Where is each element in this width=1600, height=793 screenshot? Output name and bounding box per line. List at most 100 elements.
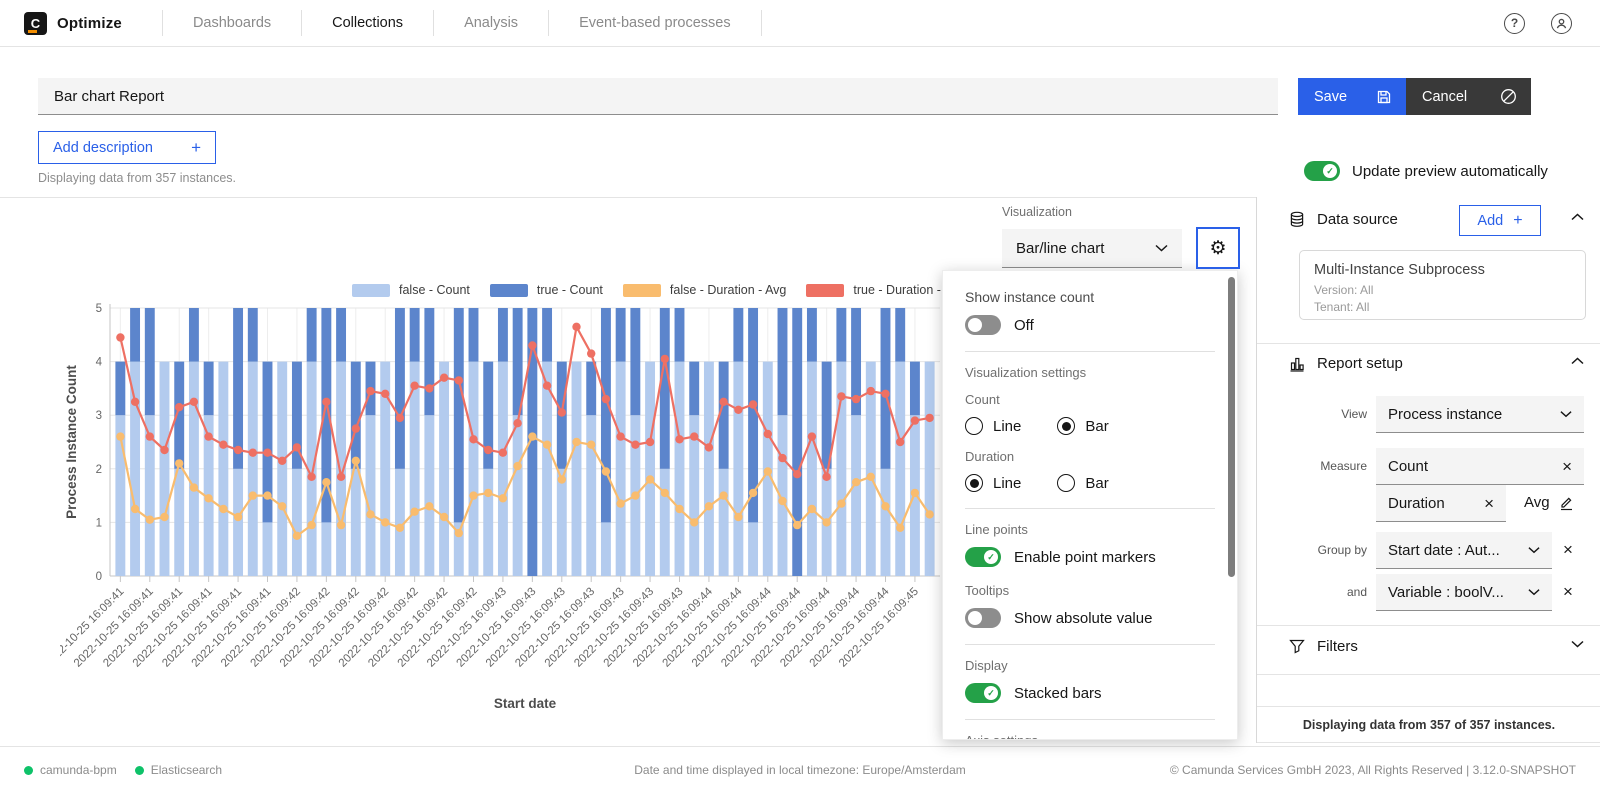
legend-item[interactable]: true - Count (490, 283, 603, 297)
product-name: Optimize (57, 15, 122, 32)
remove-group-by-icon[interactable]: × (1563, 541, 1573, 558)
add-label: Add (1477, 213, 1503, 229)
bar-line-chart[interactable]: 0123452022-10-25 16:09:412022-10-25 16:0… (60, 278, 950, 738)
svg-text:5: 5 (96, 303, 102, 315)
popover-scrollbar[interactable] (1228, 277, 1235, 577)
svg-text:0: 0 (96, 571, 102, 583)
divider (965, 719, 1215, 720)
visualization-settings-label: Visualization settings (965, 365, 1215, 380)
connection-status: camunda-bpm Elasticsearch (0, 763, 222, 777)
cancel-icon (1500, 88, 1517, 105)
timezone-note: Date and time displayed in local timezon… (634, 763, 966, 777)
status-dot-icon (24, 766, 33, 775)
filters-header[interactable]: Filters (1289, 638, 1358, 655)
and-group-value: Variable : boolV... (1388, 584, 1504, 601)
add-description-button[interactable]: Add description + (38, 131, 216, 164)
svg-text:3: 3 (96, 410, 102, 422)
view-value: Process instance (1388, 406, 1502, 423)
nav-analysis[interactable]: Analysis (434, 15, 548, 31)
svg-text:Process Instance Count: Process Instance Count (64, 365, 79, 519)
absolute-value-toggle[interactable]: ✓ (965, 608, 1001, 628)
group-by-label: Group by (1271, 543, 1367, 557)
auto-preview-label: Update preview automatically (1352, 163, 1548, 180)
divider (965, 351, 1215, 352)
show-instance-count-state: Off (1014, 317, 1034, 334)
data-source-title: Data source (1317, 211, 1398, 228)
aggregation-value: Avg (1524, 494, 1550, 511)
stacked-bars-toggle-label: Stacked bars (1014, 685, 1102, 702)
measure-count-chip[interactable]: Count × (1376, 448, 1584, 485)
chevron-down-icon (1155, 244, 1168, 252)
remove-duration-icon[interactable]: × (1484, 495, 1494, 512)
brand[interactable]: C Optimize (0, 12, 122, 35)
stacked-bars-toggle[interactable]: ✓ (965, 683, 1001, 703)
data-source-collapse-chevron[interactable] (1571, 213, 1584, 221)
point-markers-toggle[interactable]: ✓ (965, 547, 1001, 567)
nav-event-based-processes[interactable]: Event-based processes (549, 15, 761, 31)
auto-preview-toggle[interactable]: ✓ (1304, 161, 1340, 181)
gear-icon: ⚙ (1209, 237, 1226, 260)
database-icon (1289, 211, 1305, 228)
report-setup-collapse-chevron[interactable] (1571, 357, 1584, 365)
data-source-card[interactable]: Multi-Instance Subprocess Version: All T… (1299, 250, 1586, 320)
configuration-sidebar: Data source Add + Multi-Instance Subproc… (1256, 197, 1600, 743)
show-instance-count-label: Show instance count (965, 289, 1215, 305)
add-data-source-button[interactable]: Add + (1459, 205, 1541, 236)
filter-funnel-icon (1289, 639, 1305, 654)
elasticsearch-connection: Elasticsearch (135, 763, 222, 777)
chart-settings-gear-button[interactable]: ⚙ (1196, 227, 1240, 269)
legend-label: false - Count (399, 283, 470, 297)
bar-chart-icon (1289, 356, 1305, 372)
measure-duration-chip[interactable]: Duration × (1376, 485, 1506, 522)
duration-bar-radio[interactable] (1057, 474, 1075, 492)
check-icon: ✓ (1326, 166, 1334, 177)
count-radio-group: Line Bar (965, 417, 1215, 435)
cancel-label: Cancel (1422, 89, 1467, 105)
divider (965, 644, 1215, 645)
save-button[interactable]: Save (1298, 78, 1406, 115)
and-group-dropdown[interactable]: Variable : boolV... (1376, 574, 1552, 611)
count-bar-radio[interactable] (1057, 417, 1075, 435)
section-divider (1257, 343, 1600, 344)
help-icon[interactable]: ? (1504, 13, 1525, 34)
axis-settings-label: Axis settings (965, 733, 1215, 740)
show-instance-count-toggle[interactable]: ✓ (965, 315, 1001, 335)
section-divider (1257, 674, 1600, 675)
svg-text:Start date: Start date (494, 696, 557, 711)
data-source-header[interactable]: Data source (1289, 211, 1398, 228)
filters-expand-chevron[interactable] (1571, 640, 1584, 648)
source-name: Multi-Instance Subprocess (1314, 262, 1571, 278)
instances-note: Displaying data from 357 instances. (38, 171, 236, 185)
chevron-down-icon (1571, 640, 1584, 648)
legend-swatch (806, 284, 844, 297)
duration-setting-label: Duration (965, 449, 1215, 464)
auto-preview-row: ✓ Update preview automatically (1304, 161, 1548, 181)
user-profile-icon[interactable] (1551, 13, 1572, 34)
chevron-down-icon (1528, 546, 1540, 554)
count-bar-label: Bar (1085, 418, 1108, 435)
count-line-radio[interactable] (965, 417, 983, 435)
nav-dashboards[interactable]: Dashboards (163, 15, 301, 31)
and-label: and (1271, 585, 1367, 599)
legend-item[interactable]: false - Duration - Avg (623, 283, 787, 297)
group-by-dropdown[interactable]: Start date : Aut... (1376, 532, 1552, 569)
legend-label: true - Count (537, 283, 603, 297)
save-icon (1376, 89, 1392, 105)
report-setup-header[interactable]: Report setup (1289, 355, 1403, 372)
engine-connection-label: camunda-bpm (40, 763, 117, 777)
legend-item[interactable]: false - Count (352, 283, 470, 297)
nav-collections[interactable]: Collections (302, 15, 433, 31)
filters-title: Filters (1317, 638, 1358, 655)
cancel-button[interactable]: Cancel (1406, 78, 1531, 115)
view-label: View (1271, 407, 1367, 421)
duration-line-radio[interactable] (965, 474, 983, 492)
remove-and-group-icon[interactable]: × (1563, 583, 1573, 600)
remove-count-icon[interactable]: × (1562, 458, 1572, 475)
aggregation-edit[interactable]: Avg (1524, 494, 1574, 511)
visualization-dropdown[interactable]: Bar/line chart (1002, 229, 1182, 268)
save-label: Save (1314, 89, 1347, 105)
view-dropdown[interactable]: Process instance (1376, 396, 1584, 433)
legend-swatch (490, 284, 528, 297)
visualization-selected-value: Bar/line chart (1016, 240, 1104, 257)
report-title-input[interactable] (38, 78, 1278, 115)
